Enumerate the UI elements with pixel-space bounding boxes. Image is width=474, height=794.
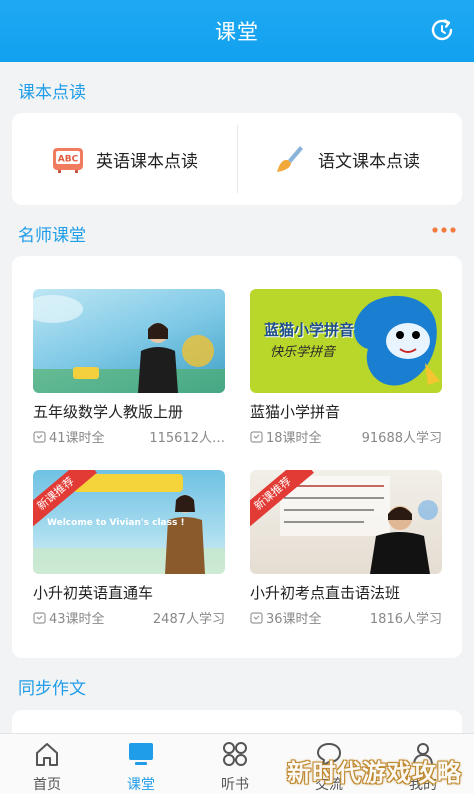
course-thumbnail: 新课推荐 Welcome to Vivian's class ! <box>33 470 225 574</box>
thumb-title: 蓝猫小学拼音 <box>264 321 355 339</box>
tab-label: 首页 <box>33 777 61 793</box>
page-title: 课堂 <box>215 20 259 44</box>
home-icon <box>36 743 58 766</box>
tab-classroom[interactable]: 课堂 <box>94 734 188 794</box>
brush-icon <box>277 146 303 172</box>
app-header: 课堂 <box>0 0 474 62</box>
thumb-subtitle: 快乐学拼音 <box>270 345 336 360</box>
tab-label: 听书 <box>221 777 249 793</box>
course-card: 五年级数学人教版上册 41课时全 115612人… 蓝猫小学拼音 快乐学拼音 蓝… <box>12 256 462 658</box>
tab-label: 课堂 <box>127 777 155 793</box>
calendar-icon <box>250 431 263 443</box>
course-item-english[interactable]: 新课推荐 Welcome to Vivian's class ! 小升初英语直通… <box>33 470 225 627</box>
course-thumbnail <box>33 289 225 393</box>
course-item-grammar[interactable]: 新课推荐 小升初考点直击语法班 36课时全 1816人学习 <box>250 470 442 627</box>
course-thumbnail: 新课推荐 <box>250 470 442 574</box>
course-meta: 41课时全 115612人… <box>33 427 225 446</box>
learner-count: 115612人… <box>149 431 225 446</box>
calendar-icon <box>33 612 46 624</box>
divider <box>237 125 238 193</box>
grid-icon <box>223 742 247 766</box>
watermark: 新时代游戏攻略 <box>287 759 462 787</box>
tab-audiobooks[interactable]: 听书 <box>188 734 282 794</box>
calendar-icon <box>250 612 263 624</box>
abc-book-icon: ABC <box>53 148 83 173</box>
chinese-reading-label: 语文课本点读 <box>318 151 420 172</box>
reading-card: ABC 英语课本点读 语文课本点读 <box>12 113 462 205</box>
section-title-sync: 同步作文 <box>18 679 86 699</box>
course-thumbnail: 蓝猫小学拼音 快乐学拼音 <box>250 289 442 393</box>
course-title: 蓝猫小学拼音 <box>250 403 341 421</box>
course-title: 小升初考点直击语法班 <box>250 584 401 602</box>
learner-count: 1816人学习 <box>369 612 442 627</box>
learner-count: 91688人学习 <box>361 431 442 446</box>
lesson-count: 18课时全 <box>266 431 322 446</box>
course-item-pinyin[interactable]: 蓝猫小学拼音 快乐学拼音 蓝猫小学拼音 18课时全 91688人学习 <box>250 289 442 446</box>
english-reading-button[interactable]: ABC 英语课本点读 <box>52 113 198 205</box>
english-reading-label: 英语课本点读 <box>96 151 198 172</box>
course-meta: 18课时全 91688人学习 <box>250 427 442 446</box>
course-meta: 43课时全 2487人学习 <box>33 608 225 627</box>
course-meta: 36课时全 1816人学习 <box>250 608 442 627</box>
thumb-title: Welcome to Vivian's class ! <box>47 518 185 528</box>
section-title-teachers: 名师课堂 <box>18 226 86 246</box>
calendar-icon <box>33 431 46 443</box>
section-title-reading: 课本点读 <box>18 83 86 103</box>
tab-home[interactable]: 首页 <box>0 734 94 794</box>
lesson-count: 36课时全 <box>266 612 322 627</box>
lesson-count: 43课时全 <box>49 612 105 627</box>
monitor-icon <box>129 743 153 765</box>
course-item-math[interactable]: 五年级数学人教版上册 41课时全 115612人… <box>33 289 225 446</box>
teacher-illustration <box>33 295 225 393</box>
more-icon[interactable] <box>432 224 456 236</box>
svg-text:ABC: ABC <box>58 155 79 165</box>
chinese-reading-button[interactable]: 语文课本点读 <box>274 113 420 205</box>
course-title: 五年级数学人教版上册 <box>33 403 184 421</box>
course-title: 小升初英语直通车 <box>33 584 154 602</box>
refresh-icon[interactable] <box>428 16 456 44</box>
learner-count: 2487人学习 <box>152 612 225 627</box>
lesson-count: 41课时全 <box>49 431 105 446</box>
